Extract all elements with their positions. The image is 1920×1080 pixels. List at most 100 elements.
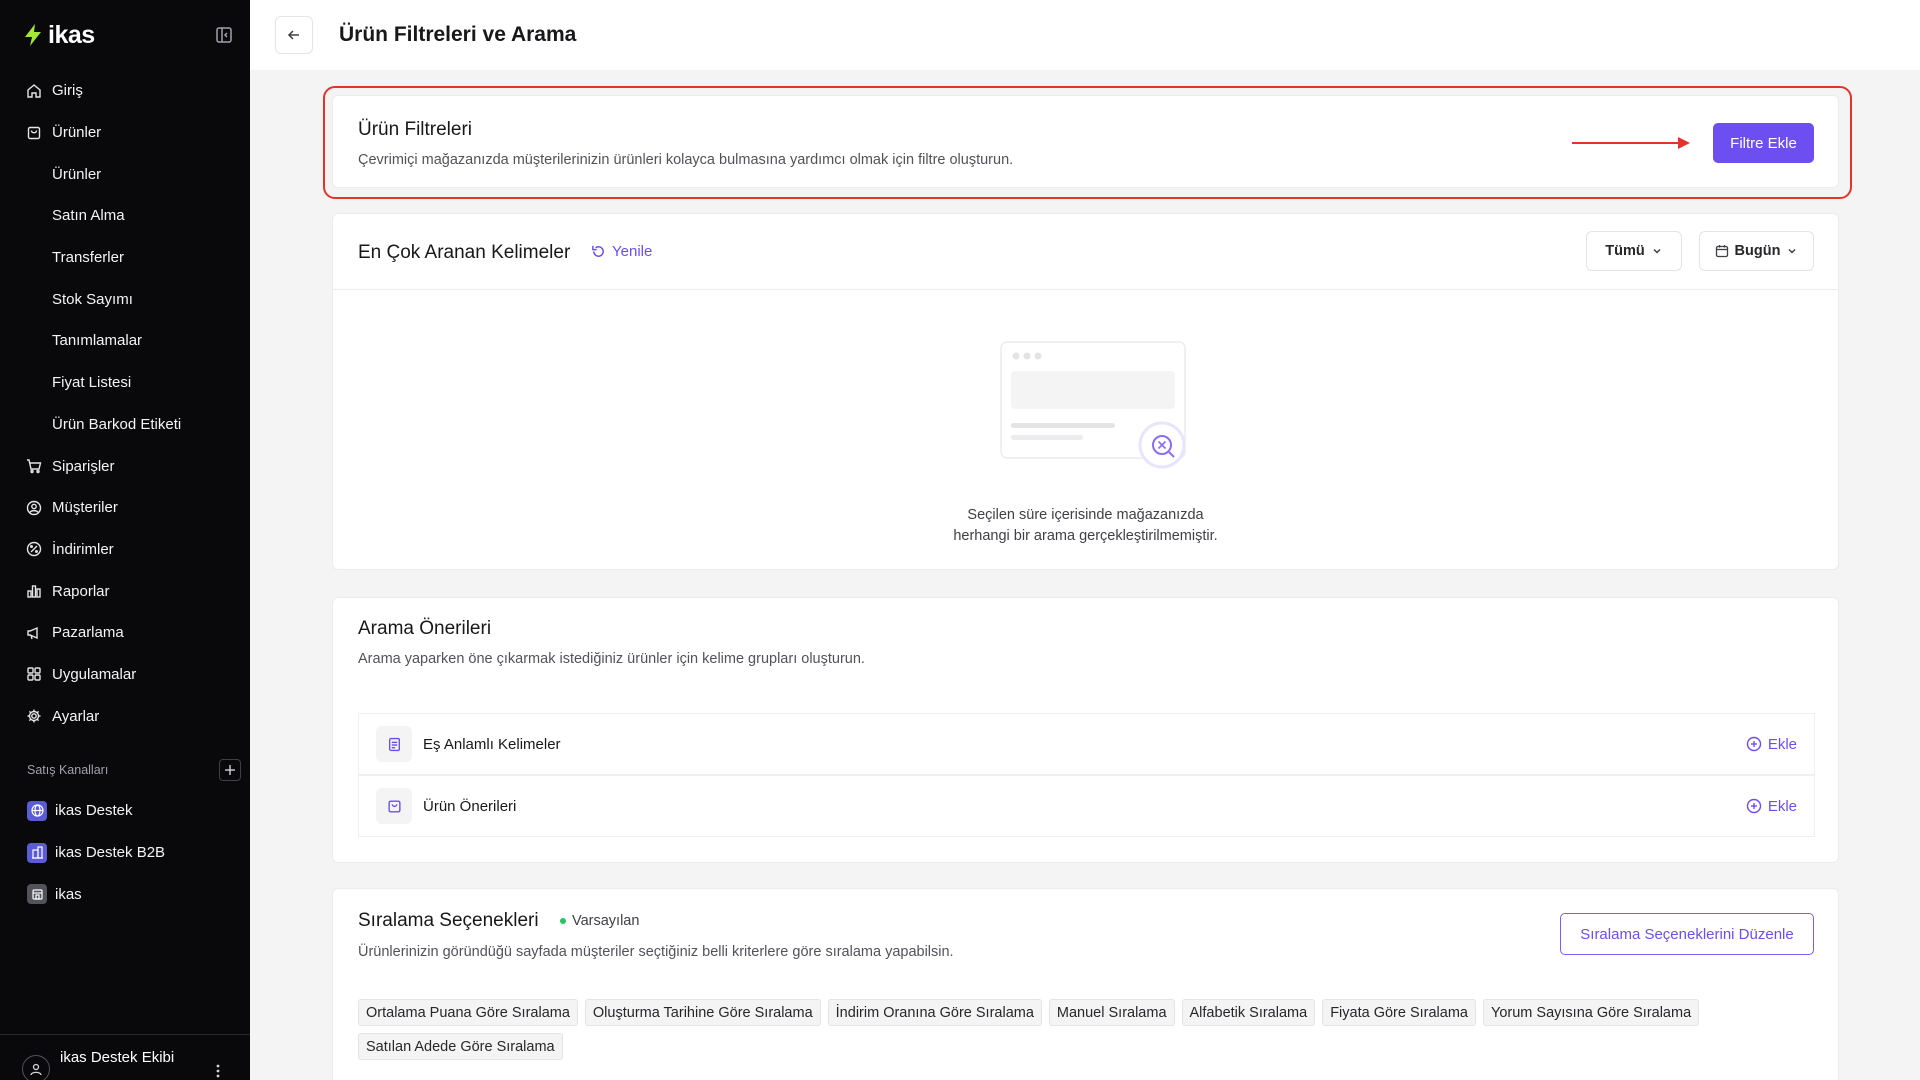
product-bag-icon <box>27 126 41 139</box>
sidebar-item-ürünler[interactable]: Ürünler <box>14 153 236 195</box>
status-badge-label: Varsayılan <box>572 913 640 929</box>
add-filter-button[interactable]: Filtre Ekle <box>1713 123 1814 163</box>
sales-channel-label: ikas Destek B2B <box>55 844 166 862</box>
empty-state-line-2: herhangi bir arama gerçekleştirilmemişti… <box>953 528 1218 544</box>
avatar <box>22 1055 50 1080</box>
channel-icon-box <box>27 842 47 863</box>
add-sales-channel-button[interactable] <box>219 759 241 781</box>
sidebar-item-müşteriler[interactable]: Müşteriler <box>14 487 236 529</box>
logo-row: ikas <box>22 20 234 50</box>
user-icon <box>30 1063 42 1076</box>
sidebar-item-label: Ürün Barkod Etiketi <box>52 415 182 433</box>
chevron-down-icon <box>1788 248 1796 254</box>
list-item-label: Ürün Önerileri <box>423 797 517 815</box>
date-dropdown[interactable]: Bugün <box>1699 231 1814 271</box>
search-suggestions-card: Arama Önerileri Arama yaparken öne çıkar… <box>332 597 1839 863</box>
list-item[interactable]: Ürün Önerileri Ekle <box>358 775 1815 837</box>
refresh-button[interactable]: Yenile <box>591 243 652 260</box>
sidebar-item-stok-sayımı[interactable]: Stok Sayımı <box>14 278 236 320</box>
building-icon <box>31 846 43 859</box>
arrow-left-icon <box>287 30 299 40</box>
sidebar-item-ürün-barkod-etiketi[interactable]: Ürün Barkod Etiketi <box>14 404 236 446</box>
sorting-tag: Ortalama Puana Göre Sıralama <box>358 999 578 1026</box>
sorting-tags: Ortalama Puana Göre Sıralama Oluşturma Ta… <box>358 999 1818 1060</box>
sales-channel-item[interactable]: ikas <box>27 873 241 915</box>
gear-icon <box>27 709 41 723</box>
plus-circle-icon <box>1746 736 1762 752</box>
sorting-tag: Manuel Sıralama <box>1048 999 1175 1026</box>
discount-icon <box>26 542 42 557</box>
sidebar-item-label: İndirimler <box>52 540 114 558</box>
page-title: Ürün Filtreleri ve Arama <box>339 23 577 46</box>
calendar-icon <box>1715 245 1728 258</box>
sidebar-item-label: Raporlar <box>52 582 110 600</box>
sidebar-item-label: Tanımlamalar <box>52 332 143 350</box>
sorting-tag: İndirim Oranına Göre Sıralama <box>827 999 1042 1026</box>
add-product-suggestions-button[interactable]: Ekle <box>1746 798 1797 815</box>
sorting-tag: Oluşturma Tarihine Göre Sıralama <box>584 999 821 1026</box>
lightning-icon <box>25 24 41 46</box>
product-bag-icon <box>387 799 401 813</box>
collapse-sidebar-button[interactable] <box>214 25 234 45</box>
sales-channels-header: Satış Kanalları <box>27 758 241 782</box>
edit-sorting-options-button[interactable]: Sıralama Seçeneklerini Düzenle <box>1560 913 1814 955</box>
add-label: Ekle <box>1767 797 1797 815</box>
sales-channel-item[interactable]: ikas Destek B2B <box>27 832 241 874</box>
sales-channel-label: ikas <box>55 885 82 903</box>
back-button[interactable] <box>275 16 313 54</box>
suggestions-subtitle: Arama yaparken öne çıkarmak istediğiniz … <box>358 651 865 667</box>
logo-text: ikas <box>48 20 95 49</box>
page-header: Ürün Filtreleri ve Arama <box>250 0 1920 70</box>
sidebar-item-pazarlama[interactable]: Pazarlama <box>14 612 236 654</box>
sidebar-item-label: Transferler <box>52 249 124 267</box>
scope-dropdown-value: Tümü <box>1605 243 1645 259</box>
apps-grid-icon <box>27 667 41 682</box>
sidebar-item-label: Fiyat Listesi <box>52 374 132 392</box>
user-name: ikas Destek Ekibi <box>60 1049 175 1066</box>
sorting-subtitle: Ürünlerinizin göründüğü sayfada müşteril… <box>358 944 954 960</box>
sorting-tag: Alfabetik Sıralama <box>1181 999 1316 1026</box>
add-label: Ekle <box>1767 735 1797 753</box>
sidebar-item-siparişler[interactable]: Siparişler <box>14 445 236 487</box>
empty-search-illustration-icon <box>1000 341 1186 469</box>
sidebar-item-uygulamalar[interactable]: Uygulamalar <box>14 654 236 696</box>
globe-icon <box>30 804 44 817</box>
sidebar-nav: Giriş Ürünler Ürünler Satın Alma Transferler… <box>14 70 236 737</box>
filters-subtitle: Çevrimiçi mağazanızda müşterilerinizin ü… <box>358 152 1014 168</box>
sales-channel-item[interactable]: ikas Destek <box>27 790 241 832</box>
add-synonyms-button[interactable]: Ekle <box>1746 736 1797 753</box>
user-circle-icon <box>26 500 42 515</box>
user-profile[interactable]: ikas Destek Ekibi <box>0 1034 250 1080</box>
ikas-logo[interactable]: ikas <box>22 21 95 50</box>
sidebar-item-satın-alma[interactable]: Satın Alma <box>14 195 236 237</box>
sidebar-item-giriş[interactable]: Giriş <box>14 70 236 112</box>
scope-dropdown[interactable]: Tümü <box>1586 231 1682 271</box>
annotation-arrow-icon <box>1572 137 1690 149</box>
list-item-label: Eş Anlamlı Kelimeler <box>423 735 561 753</box>
sidebar-item-label: Satın Alma <box>52 207 125 225</box>
sorting-tag: Yorum Sayısına Göre Sıralama <box>1483 999 1700 1026</box>
more-vertical-icon[interactable] <box>210 1063 226 1079</box>
list-item-icon <box>376 788 412 824</box>
sidebar-item-ürünler[interactable]: Ürünler <box>14 112 236 154</box>
sidebar-item-label: Ayarlar <box>52 707 100 725</box>
sidebar-collapse-icon <box>216 27 232 43</box>
list-item[interactable]: Eş Anlamlı Kelimeler Ekle <box>358 713 1815 775</box>
sidebar-item-fiyat-listesi[interactable]: Fiyat Listesi <box>14 362 236 404</box>
sidebar-item-ayarlar[interactable]: Ayarlar <box>14 695 236 737</box>
refresh-icon <box>592 245 604 257</box>
sidebar-item-label: Ürünler <box>52 165 102 183</box>
plus-icon <box>225 765 235 775</box>
date-dropdown-value: Bugün <box>1734 243 1781 259</box>
top-searched-card: En Çok Aranan Kelimeler Yenile Tümü Bugü… <box>332 213 1839 570</box>
sorting-title: Sıralama Seçenekleri <box>358 910 539 931</box>
sidebar-item-tanımlamalar[interactable]: Tanımlamalar <box>14 320 236 362</box>
chevron-down-icon <box>1653 248 1661 254</box>
sidebar-item-label: Stok Sayımı <box>52 290 133 308</box>
sidebar-item-raporlar[interactable]: Raporlar <box>14 570 236 612</box>
sidebar-item-label: Siparişler <box>52 457 115 475</box>
sales-channels-list: ikas Destek ikas Destek B2B ikas <box>27 790 241 915</box>
sidebar-item-transferler[interactable]: Transferler <box>14 237 236 279</box>
sidebar-item-i-ndirimler[interactable]: İndirimler <box>14 529 236 571</box>
sorting-options-card: Sıralama Seçenekleri Varsayılan Ürünleri… <box>332 888 1839 1080</box>
